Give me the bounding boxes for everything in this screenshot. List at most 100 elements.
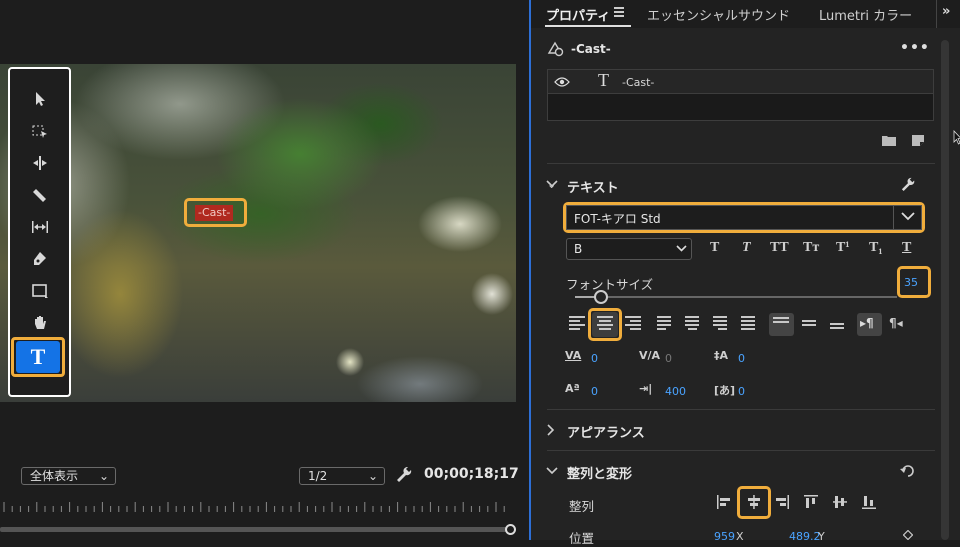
position-x-label: X	[736, 530, 744, 543]
more-options-icon[interactable]: •••	[900, 40, 930, 56]
position-x-value[interactable]: 959	[714, 530, 735, 543]
kerning-value[interactable]: 0	[665, 352, 672, 365]
position-y-label: Y	[818, 530, 825, 543]
superscript-button[interactable]: T¹	[836, 240, 850, 256]
selection-tool-icon[interactable]	[10, 85, 69, 113]
font-size-value[interactable]: 35	[904, 276, 918, 289]
section-divider	[547, 163, 935, 164]
tabs-divider	[936, 0, 937, 28]
align-text-bottom-icon[interactable]	[830, 323, 846, 339]
text-settings-wrench-icon[interactable]	[901, 177, 915, 191]
rectangle-icon[interactable]	[10, 277, 69, 305]
underline-button[interactable]: T	[902, 240, 911, 256]
font-size-label: フォントサイズ	[566, 277, 654, 292]
leading-icon: ‡A	[714, 349, 729, 362]
chevron-down-icon[interactable]	[676, 245, 687, 252]
baseline-shift-value[interactable]: 0	[591, 385, 598, 398]
text-layer-type-icon: T	[598, 70, 609, 90]
chevron-down-icon[interactable]	[901, 212, 915, 221]
position-label: 位置	[569, 531, 595, 546]
hand-icon[interactable]	[10, 309, 69, 337]
new-layer-icon[interactable]	[911, 134, 925, 146]
zoom-scrollbar-handle[interactable]	[505, 524, 516, 535]
fit-dropdown-value: 全体表示	[30, 469, 79, 483]
align-right-icon[interactable]	[625, 316, 641, 332]
baseline-shift-icon: Aª	[565, 382, 580, 395]
faux-bold-button[interactable]: T	[710, 240, 719, 256]
razor-icon[interactable]	[10, 181, 69, 209]
tab-menu-icon[interactable]	[614, 7, 624, 17]
wrench-icon[interactable]	[396, 466, 412, 482]
chevron-down-icon: ⌄	[367, 469, 378, 483]
align-center-icon[interactable]	[597, 316, 613, 332]
align-left-icon[interactable]	[569, 316, 585, 332]
justify-all-icon[interactable]	[741, 316, 757, 332]
expand-chevron-icon[interactable]	[547, 424, 555, 436]
position-y-value[interactable]: 489.2	[789, 530, 821, 543]
left-to-right-icon[interactable]: ▸¶	[860, 316, 874, 330]
section-divider	[547, 409, 935, 410]
active-tab-indicator	[545, 25, 631, 27]
font-family-value: FOT-キアロ Std	[574, 212, 661, 226]
align-horizontal-centers-icon[interactable]	[746, 494, 762, 510]
align-label: 整列	[569, 499, 595, 514]
panel-scrollbar[interactable]	[941, 40, 949, 540]
tracking-icon: VA	[565, 349, 582, 362]
layer-name: -Cast-	[622, 76, 655, 89]
tsume-value[interactable]: 0	[738, 385, 745, 398]
keyframe-diamond-icon[interactable]	[903, 530, 913, 540]
align-bottom-edges-icon[interactable]	[861, 494, 877, 510]
tracking-value[interactable]: 0	[591, 352, 598, 365]
appearance-section-title[interactable]: アピアランス	[567, 422, 645, 441]
pen-icon[interactable]	[10, 245, 69, 273]
tab-essential-sound[interactable]: エッセンシャルサウンド	[647, 5, 790, 24]
font-size-slider-track[interactable]	[575, 296, 897, 298]
ripple-edit-icon[interactable]	[10, 149, 69, 177]
collapse-chevron-icon[interactable]	[546, 466, 558, 476]
faux-italic-button[interactable]: T	[742, 240, 751, 256]
graphic-clip-icon	[547, 41, 564, 57]
dropdown-divider	[893, 205, 894, 230]
visibility-eye-icon[interactable]	[554, 76, 570, 88]
tsume-icon: [あ]	[714, 384, 736, 397]
align-transform-section-title: 整列と変形	[567, 467, 633, 482]
align-left-edges-icon[interactable]	[716, 494, 732, 510]
align-top-edges-icon[interactable]	[803, 494, 819, 510]
justify-left-icon[interactable]	[657, 316, 673, 332]
clip-name: -Cast-	[571, 42, 611, 56]
type-tool-icon[interactable]: T	[16, 341, 60, 373]
font-size-slider-knob[interactable]	[594, 290, 608, 304]
mouse-cursor-icon	[953, 130, 960, 145]
slip-icon[interactable]	[10, 213, 69, 241]
fit-dropdown[interactable]: 全体表示 ⌄	[21, 467, 116, 485]
justify-center-icon[interactable]	[685, 316, 701, 332]
more-tabs-icon[interactable]: »	[942, 4, 950, 19]
font-style-value: B	[574, 242, 583, 256]
tab-properties[interactable]: プロパティ	[546, 5, 610, 24]
text-section-title: テキスト	[567, 181, 619, 196]
resolution-dropdown[interactable]: 1/2 ⌄	[299, 467, 385, 485]
font-style-dropdown[interactable]	[566, 238, 692, 260]
playhead-timecode[interactable]: 00;00;18;17	[424, 466, 519, 482]
align-text-top-icon[interactable]	[773, 317, 789, 333]
subscript-button[interactable]: T₁	[869, 240, 883, 256]
track-select-icon[interactable]	[10, 117, 69, 145]
new-group-folder-icon[interactable]	[882, 134, 896, 146]
justify-right-icon[interactable]	[713, 316, 729, 332]
all-caps-button[interactable]: TT	[770, 240, 789, 256]
align-right-edges-icon[interactable]	[774, 494, 790, 510]
title-text-overlay[interactable]: -Cast-	[195, 205, 234, 221]
tab-lumetri-color[interactable]: Lumetri カラー	[819, 5, 912, 24]
zoom-scrollbar[interactable]	[0, 527, 510, 532]
leading-value[interactable]: 0	[738, 352, 745, 365]
time-ruler[interactable]	[0, 500, 516, 512]
section-text-chevron-icon[interactable]	[546, 179, 558, 189]
align-text-middle-icon[interactable]	[802, 320, 818, 336]
resolution-dropdown-value: 1/2	[308, 469, 328, 483]
right-to-left-icon[interactable]: ¶◂	[889, 316, 903, 330]
align-vertical-centers-icon[interactable]	[832, 494, 848, 510]
video-frame[interactable]	[0, 64, 516, 402]
tab-width-value[interactable]: 400	[665, 385, 686, 398]
reset-icon[interactable]	[900, 464, 916, 478]
small-caps-button[interactable]: Tт	[803, 240, 819, 256]
